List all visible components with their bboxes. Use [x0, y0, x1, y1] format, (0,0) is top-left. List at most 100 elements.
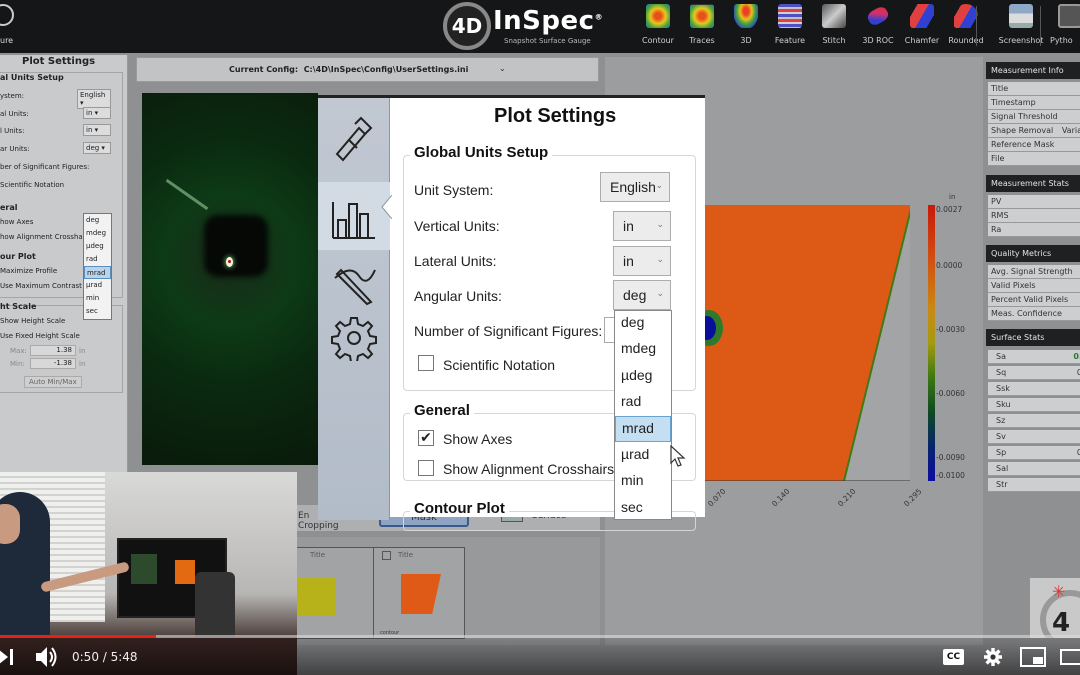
- feature-tool-button[interactable]: Feature: [767, 4, 813, 52]
- angular-units-select[interactable]: deg ⌄: [613, 280, 671, 310]
- bar-chart-icon: [332, 202, 375, 239]
- vertical-units-select[interactable]: in ▾: [83, 107, 111, 119]
- dropdown-option[interactable]: µdeg: [84, 240, 111, 253]
- rounded-tool-button[interactable]: Rounded: [943, 4, 989, 52]
- miniplayer-icon[interactable]: [1020, 647, 1046, 667]
- contour-tool-button[interactable]: Contour: [635, 4, 681, 52]
- dropdown-option[interactable]: deg: [84, 214, 111, 227]
- traces-icon: [690, 4, 714, 28]
- angular-units-dropdown: deg mdeg µdeg rad mrad µrad min sec: [614, 310, 672, 520]
- contour-plot-heading: Contour Plot: [410, 500, 509, 517]
- show-crosshairs-checkbox[interactable]: how Alignment Crosshairs: [0, 233, 91, 241]
- show-height-scale-checkbox[interactable]: Show Height Scale: [0, 317, 65, 325]
- dropdown-option-sec[interactable]: sec: [615, 496, 671, 522]
- pen-curve-icon: [334, 268, 376, 306]
- maximize-profile-checkbox[interactable]: Maximize Profile: [0, 267, 57, 275]
- next-video-icon[interactable]: [0, 648, 14, 666]
- colorbar-tick: 0.0027: [936, 205, 963, 214]
- sci-notation-checkbox[interactable]: [418, 355, 434, 371]
- dropdown-option-deg[interactable]: deg: [615, 311, 671, 337]
- show-axes-checkbox[interactable]: ✔: [418, 430, 434, 446]
- thumbnail[interactable]: Title contour: [373, 547, 465, 639]
- measurement-thumbnails: Title Title contour: [285, 537, 600, 645]
- volume-icon[interactable]: [35, 646, 59, 668]
- chamfer-icon: [910, 4, 934, 28]
- dropdown-option-rad[interactable]: rad: [615, 390, 671, 416]
- 3d-roc-tool-button[interactable]: 3D ROC: [855, 4, 901, 52]
- lateral-units-select[interactable]: in ⌄: [613, 246, 671, 276]
- height-colorbar: [928, 205, 935, 481]
- angular-units-select[interactable]: deg ▾: [83, 142, 111, 154]
- 3d-roc-icon: [865, 4, 891, 28]
- crosshairs-label: Show Alignment Crosshairs: [443, 461, 615, 477]
- traces-tool-button[interactable]: Traces: [679, 4, 725, 52]
- min-unit: in: [79, 360, 86, 368]
- dropdown-option[interactable]: sec: [84, 305, 111, 318]
- mouse-cursor-icon: [670, 445, 686, 467]
- fixed-height-scale-checkbox[interactable]: Use Fixed Height Scale: [0, 332, 80, 340]
- dropdown-option-highlighted[interactable]: mrad: [84, 266, 111, 279]
- stat-row: Reference Mask: [988, 138, 1080, 152]
- dropdown-option[interactable]: min: [84, 292, 111, 305]
- python-tool-button[interactable]: Pytho: [1050, 4, 1080, 52]
- stat-row: Title: [988, 82, 1080, 96]
- stat-row: Sku: [988, 398, 1080, 412]
- stat-row: Ssk: [988, 382, 1080, 396]
- current-config-select[interactable]: Current Config: C:\4D\InSpec\Config\User…: [136, 57, 599, 82]
- colorbar-tick: -0.0060: [936, 389, 965, 398]
- 3d-tool-button[interactable]: 3D: [723, 4, 769, 52]
- panel-title: Plot Settings: [22, 56, 96, 67]
- measurement-info-header[interactable]: Measurement Info: [986, 62, 1080, 79]
- sci-notation-label[interactable]: Scientific Notation: [0, 181, 64, 189]
- screenshot-icon: [1009, 4, 1033, 28]
- live-camera-image[interactable]: [142, 93, 318, 465]
- contour-icon: [646, 4, 670, 28]
- settings-gear-icon[interactable]: [983, 647, 1003, 667]
- capture-button[interactable]: ure: [0, 4, 32, 50]
- thumbnail-title: Title: [398, 551, 414, 559]
- thumbnail[interactable]: Title: [285, 547, 377, 639]
- theater-mode-icon[interactable]: [1060, 647, 1080, 667]
- chamfer-tool-button[interactable]: Chamfer: [899, 4, 945, 52]
- screenshot-tool-button[interactable]: Screenshot: [998, 4, 1044, 52]
- gear-icon: [331, 317, 377, 361]
- dropdown-option-mrad[interactable]: mrad: [615, 416, 671, 442]
- sci-notation-label: Scientific Notation: [443, 357, 556, 373]
- thumbnail-checkbox[interactable]: [382, 551, 391, 560]
- stitch-icon: [822, 4, 846, 28]
- max-input[interactable]: 1.38: [30, 345, 76, 356]
- auto-min-max-button[interactable]: Auto Min/Max: [24, 376, 82, 388]
- contour-plot[interactable]: [705, 205, 910, 481]
- sidebar-tab-settings[interactable]: [318, 303, 390, 371]
- unit-system-select[interactable]: English ⌄: [600, 172, 670, 202]
- lateral-units-select[interactable]: in ▾: [83, 124, 111, 136]
- dropdown-option[interactable]: mdeg: [84, 227, 111, 240]
- surface-stats-header[interactable]: Surface Stats: [986, 329, 1080, 346]
- angular-units-label: Angular Units:: [414, 288, 502, 304]
- 3d-icon: [734, 4, 758, 28]
- unit-system-select[interactable]: English ▾: [77, 89, 111, 109]
- stitch-tool-button[interactable]: Stitch: [811, 4, 857, 52]
- lateral-units-label: l Units:: [0, 127, 25, 135]
- angular-units-dropdown-list: deg mdeg µdeg rad mrad µrad min sec: [83, 213, 112, 320]
- stat-row: Sz: [988, 414, 1080, 428]
- dropdown-option-min[interactable]: min: [615, 469, 671, 495]
- min-input[interactable]: -1.38: [30, 358, 76, 369]
- vertical-units-select[interactable]: in ⌄: [613, 211, 671, 241]
- sidebar-tab-measurement[interactable]: [318, 104, 390, 172]
- dropdown-option[interactable]: µrad: [84, 279, 111, 292]
- captions-button[interactable]: CC: [943, 649, 964, 665]
- dropdown-option-mdeg[interactable]: mdeg: [615, 337, 671, 363]
- contour-plot-svg: [705, 205, 910, 481]
- show-axes-checkbox[interactable]: how Axes: [0, 218, 33, 226]
- dropdown-option-urad[interactable]: µrad: [615, 443, 671, 469]
- feature-icon: [778, 4, 802, 28]
- stat-row: Sa0.: [988, 350, 1080, 364]
- capture-icon: [0, 4, 14, 26]
- quality-metrics-header[interactable]: Quality Metrics: [986, 245, 1080, 262]
- dropdown-option-udeg[interactable]: µdeg: [615, 364, 671, 390]
- crosshairs-checkbox[interactable]: [418, 460, 434, 476]
- measurement-stats-header[interactable]: Measurement Stats: [986, 175, 1080, 192]
- dropdown-option[interactable]: rad: [84, 253, 111, 266]
- max-contrast-checkbox[interactable]: Use Maximum Contrast: [0, 282, 82, 290]
